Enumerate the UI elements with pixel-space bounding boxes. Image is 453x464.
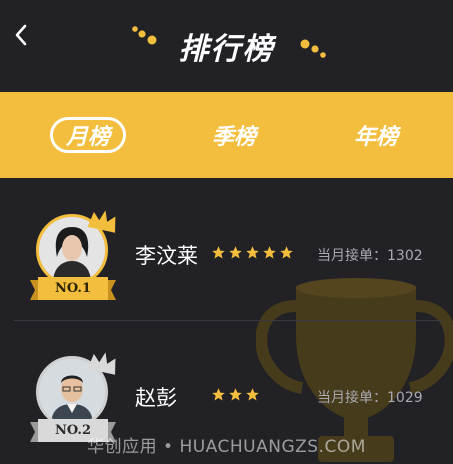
star-icon xyxy=(263,246,276,259)
monthly-orders: 当月接单：1302 xyxy=(317,248,423,264)
period-tabs: 月榜 季榜 年榜 xyxy=(0,92,453,178)
ranking-list: NO.1 李汶莱 当月接单：1302 NO.2 赵彭 当月接单：1029 xyxy=(0,178,453,464)
monthly-orders: 当月接单：1029 xyxy=(317,390,423,406)
header: 排行榜 xyxy=(0,0,453,92)
page-title: 排行榜 xyxy=(178,32,275,67)
rank-badge: NO.1 xyxy=(54,281,92,296)
list-item[interactable]: NO.1 李汶莱 当月接单：1302 xyxy=(0,178,453,318)
crown-icon xyxy=(87,352,116,375)
star-icon xyxy=(212,388,225,401)
user-name: 李汶莱 xyxy=(135,244,198,268)
tab-yearly[interactable]: 年榜 xyxy=(338,117,414,153)
user-name: 赵彭 xyxy=(135,386,177,410)
star-icon xyxy=(212,246,225,259)
star-icon xyxy=(246,388,259,401)
watermark-text: 华创应用 • HUACHUANGZS.COM xyxy=(87,437,366,457)
star-icon xyxy=(229,388,242,401)
crown-icon xyxy=(87,210,116,233)
star-icon xyxy=(229,246,242,259)
star-icon xyxy=(280,246,293,259)
tab-quarterly[interactable]: 季榜 xyxy=(196,117,272,153)
star-icon xyxy=(246,246,259,259)
avatar-rank-1: NO.1 xyxy=(26,206,122,306)
decor-dots-icon xyxy=(300,39,326,58)
tab-monthly[interactable]: 月榜 xyxy=(50,117,126,153)
rating-stars xyxy=(211,387,260,402)
rating-stars xyxy=(211,245,294,260)
